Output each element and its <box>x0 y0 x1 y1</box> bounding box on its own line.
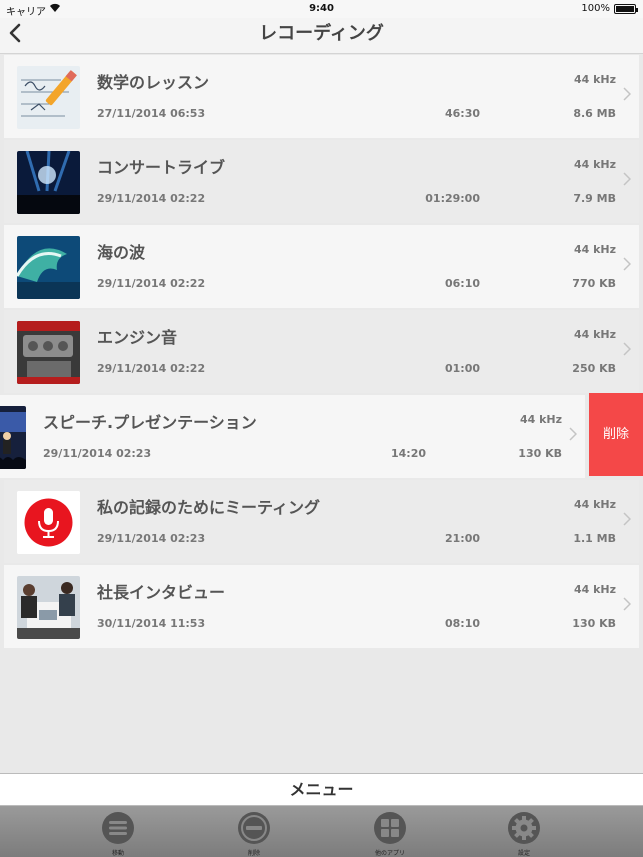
move-icon <box>102 812 134 844</box>
recording-duration: 01:00 <box>444 362 480 375</box>
recording-thumbnail-speech <box>0 406 26 469</box>
recording-size: 1.1 MB <box>573 532 616 545</box>
recording-size: 250 KB <box>572 362 616 375</box>
page-title: レコーディング <box>259 23 384 44</box>
recording-name: 数学のレッスン <box>97 73 210 92</box>
tab-delete[interactable]: 削除 <box>214 806 294 857</box>
minus-icon <box>238 812 270 844</box>
recording-row-engine[interactable]: エンジン音 44 kHz 29/11/2014 02:22 01:00 250 … <box>4 310 639 393</box>
recording-row-speech[interactable]: スピーチ.プレゼンテーション 44 kHz 29/11/2014 02:23 1… <box>0 395 585 478</box>
battery-icon <box>614 4 638 14</box>
recording-date: 29/11/2014 02:22 <box>97 362 206 375</box>
chevron-right-icon <box>569 427 578 445</box>
recording-name: スピーチ.プレゼンテーション <box>43 413 257 432</box>
recording-size: 7.9 MB <box>573 192 616 205</box>
recording-row-concert[interactable]: コンサートライブ 44 kHz 29/11/2014 02:22 01:29:0… <box>4 140 639 223</box>
recording-duration: 21:00 <box>444 532 480 545</box>
chevron-right-icon <box>623 172 632 190</box>
recording-row-math-lesson[interactable]: 数学のレッスン 44 kHz 27/11/2014 06:53 46:30 8.… <box>4 55 639 138</box>
recording-date: 29/11/2014 02:22 <box>97 277 206 290</box>
recording-sample-rate: 44 kHz <box>573 328 616 341</box>
chevron-right-icon <box>623 342 632 360</box>
recording-thumbnail-ocean-wave <box>17 236 80 299</box>
recording-row-interview[interactable]: 社長インタビュー 44 kHz 30/11/2014 11:53 08:10 1… <box>4 565 639 648</box>
gear-icon <box>508 812 540 844</box>
recording-date: 30/11/2014 11:53 <box>97 617 206 630</box>
recording-thumbnail-meeting <box>17 491 80 554</box>
recording-duration: 14:20 <box>390 447 426 460</box>
recording-thumbnail-engine <box>17 321 80 384</box>
chevron-right-icon <box>623 512 632 530</box>
recording-name: エンジン音 <box>97 328 178 347</box>
tab-label: 設定 <box>517 850 530 857</box>
tab-move[interactable]: 移動 <box>78 806 158 857</box>
navigation-bar: レコーディング <box>0 18 643 54</box>
recording-duration: 08:10 <box>444 617 480 630</box>
recording-duration: 46:30 <box>444 107 480 120</box>
recording-duration: 01:29:00 <box>425 192 480 205</box>
status-time: 9:40 <box>309 3 334 14</box>
recording-name: 私の記録のためにミーティング <box>97 498 321 517</box>
tab-label: 他のアプリ <box>374 850 405 857</box>
recording-date: 29/11/2014 02:23 <box>97 532 206 545</box>
recording-sample-rate: 44 kHz <box>519 413 562 426</box>
recording-date: 29/11/2014 02:22 <box>97 192 206 205</box>
tab-settings[interactable]: 設定 <box>484 806 564 857</box>
recording-thumbnail-concert <box>17 151 80 214</box>
recording-sample-rate: 44 kHz <box>573 583 616 596</box>
recording-duration: 06:10 <box>444 277 480 290</box>
status-bar: キャリア 9:40 100% <box>0 0 643 18</box>
recording-sample-rate: 44 kHz <box>573 243 616 256</box>
chevron-right-icon <box>623 257 632 275</box>
tab-other-apps[interactable]: 他のアプリ <box>350 806 430 857</box>
recording-size: 130 KB <box>518 447 562 460</box>
tab-bar: 移動 削除 他のアプリ 設定 <box>0 806 643 857</box>
recording-name: 海の波 <box>97 243 146 262</box>
delete-button[interactable]: 削除 <box>589 393 643 476</box>
recording-row-meeting[interactable]: 私の記録のためにミーティング 44 kHz 29/11/2014 02:23 2… <box>4 480 639 563</box>
tab-label: 移動 <box>111 850 124 857</box>
recordings-list[interactable]: 数学のレッスン 44 kHz 27/11/2014 06:53 46:30 8.… <box>0 55 643 773</box>
recording-name: コンサートライブ <box>97 158 226 177</box>
microphone-icon <box>17 491 80 554</box>
chevron-right-icon <box>623 597 632 615</box>
recording-thumbnail-math-lesson <box>17 66 80 129</box>
recording-row-ocean-wave[interactable]: 海の波 44 kHz 29/11/2014 02:22 06:10 770 KB <box>4 225 639 308</box>
chevron-right-icon <box>623 87 632 105</box>
recording-size: 130 KB <box>572 617 616 630</box>
recording-sample-rate: 44 kHz <box>573 158 616 171</box>
recording-size: 8.6 MB <box>573 107 616 120</box>
recording-name: 社長インタビュー <box>97 583 226 602</box>
recording-date: 29/11/2014 02:23 <box>43 447 152 460</box>
recording-thumbnail-interview <box>17 576 80 639</box>
battery-percent: 100% <box>581 3 610 14</box>
recording-size: 770 KB <box>572 277 616 290</box>
recording-sample-rate: 44 kHz <box>573 73 616 86</box>
recording-sample-rate: 44 kHz <box>573 498 616 511</box>
recording-date: 27/11/2014 06:53 <box>97 107 206 120</box>
apps-grid-icon <box>374 812 406 844</box>
menu-button[interactable]: メニュー <box>0 773 643 806</box>
tab-label: 削除 <box>247 850 260 857</box>
